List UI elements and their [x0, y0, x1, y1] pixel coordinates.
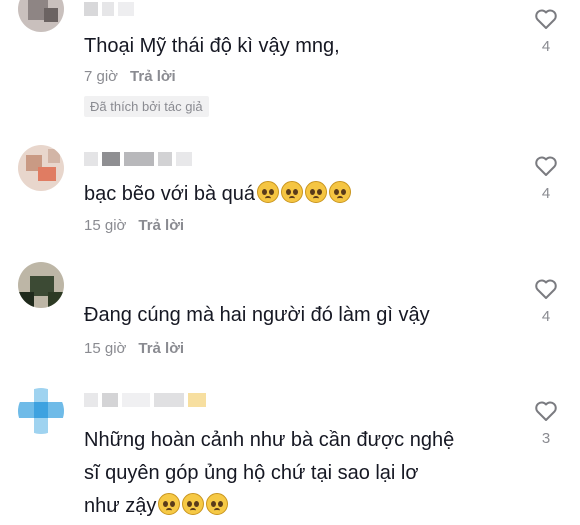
pleading-face-icon [305, 181, 328, 203]
reply-button[interactable]: Trả lời [138, 340, 184, 357]
comment-text: Đang cúng mà hai người đó làm gì vậy [84, 304, 430, 326]
comment-time: 15 giờ [84, 217, 127, 234]
like-button[interactable]: 4 [530, 278, 562, 325]
comment-meta: 15 giờ Trả lời [84, 340, 184, 357]
like-count: 4 [541, 308, 551, 325]
reply-button[interactable]: Trả lời [130, 68, 176, 85]
pleading-face-icon [257, 181, 280, 203]
frowning-face-icon [206, 493, 229, 515]
comment-meta: 7 giờ Trả lời [84, 68, 176, 85]
avatar[interactable] [18, 0, 64, 32]
comment-time: 15 giờ [84, 340, 127, 357]
comment-text-line: như zậy [84, 490, 514, 523]
avatar[interactable] [18, 388, 64, 434]
heart-outline-icon [535, 9, 557, 29]
comment-text: Những hoàn cảnh như bà cần được nghệ sĩ … [84, 424, 514, 523]
comment-text: bạc bẽo với bà quá [84, 178, 514, 211]
frowning-face-icon [158, 493, 181, 515]
heart-outline-icon [535, 401, 557, 421]
avatar[interactable] [18, 145, 64, 191]
username[interactable] [84, 393, 206, 407]
frowning-face-icon [182, 493, 205, 515]
avatar[interactable] [18, 262, 64, 308]
like-button[interactable]: 4 [530, 155, 562, 202]
like-button[interactable]: 4 [530, 8, 562, 55]
comment-text-line: sĩ quyên góp ủng hộ chứ tại sao lại lơ [84, 462, 419, 484]
pleading-face-icon [329, 181, 352, 203]
username[interactable] [84, 152, 192, 166]
like-button[interactable]: 3 [530, 400, 562, 447]
like-count: 3 [541, 430, 551, 447]
heart-outline-icon [535, 156, 557, 176]
username[interactable] [84, 2, 134, 16]
comment-text-content: như zậy [84, 495, 157, 517]
comment-text-content: bạc bẽo với bà quá [84, 183, 256, 205]
comment-text-line: Những hoàn cảnh như bà cần được nghệ [84, 429, 455, 451]
pleading-face-icon [281, 181, 304, 203]
heart-outline-icon [535, 279, 557, 299]
like-count: 4 [541, 38, 551, 55]
reply-button[interactable]: Trả lời [138, 217, 184, 234]
comment-text: Thoại Mỹ thái độ kì vậy mng, [84, 35, 340, 57]
liked-by-author-badge: Đã thích bởi tác giả [84, 96, 209, 117]
comment-time: 7 giờ [84, 68, 119, 85]
comment-meta: 15 giờ Trả lời [84, 217, 184, 234]
like-count: 4 [541, 185, 551, 202]
